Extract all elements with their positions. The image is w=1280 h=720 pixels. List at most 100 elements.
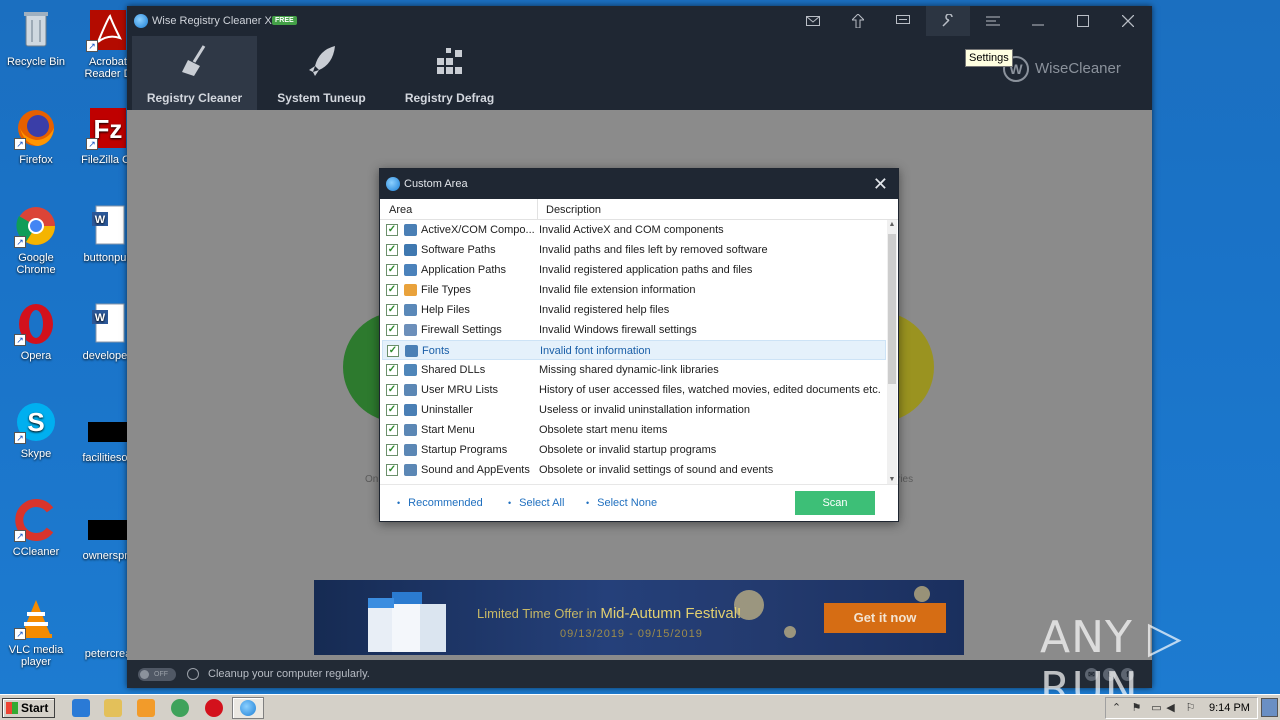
- word-doc-icon: W: [86, 302, 130, 346]
- area-type-icon: [404, 264, 417, 276]
- area-row[interactable]: ✓ User MRU Lists History of user accessed …: [382, 380, 886, 400]
- svg-text:S: S: [27, 407, 44, 437]
- area-checkbox[interactable]: ✓: [386, 444, 398, 456]
- area-checkbox[interactable]: ✓: [386, 284, 398, 296]
- ie-icon[interactable]: [72, 699, 90, 717]
- lantern-decoration: [784, 626, 796, 638]
- select-all-link[interactable]: Select All: [508, 497, 564, 509]
- select-none-link[interactable]: Select None: [586, 497, 657, 509]
- close-icon[interactable]: [1106, 6, 1150, 36]
- auto-clean-toggle[interactable]: OFF: [138, 668, 176, 681]
- column-divider[interactable]: [537, 199, 538, 219]
- media-player-icon[interactable]: [137, 699, 155, 717]
- area-checkbox[interactable]: ✓: [386, 404, 398, 416]
- wise-registry-taskbar-button[interactable]: [232, 697, 264, 719]
- area-row[interactable]: ✓ Software Paths Invalid paths and files l…: [382, 240, 886, 260]
- desktop-icon-opera[interactable]: ↗ Opera: [0, 302, 72, 362]
- tab-registry-cleaner[interactable]: Registry Cleaner: [132, 36, 257, 110]
- area-checkbox[interactable]: ✓: [386, 384, 398, 396]
- area-row[interactable]: ✓ File Types Invalid file extension inform…: [382, 280, 886, 300]
- area-row[interactable]: ✓ Startup Programs Obsolete or invalid sta…: [382, 440, 886, 460]
- free-badge: FREE: [272, 16, 297, 25]
- area-type-icon: [404, 224, 417, 236]
- desktop-icon-chrome[interactable]: ↗ Google Chrome: [0, 204, 72, 276]
- tab-system-tuneup[interactable]: System Tuneup: [259, 36, 384, 110]
- area-name: User MRU Lists: [421, 384, 499, 396]
- area-description: Invalid paths and files left by removed …: [539, 244, 768, 256]
- network-icon[interactable]: ▭: [1150, 702, 1163, 715]
- acrobat-icon: ↗: [86, 8, 130, 52]
- dialog-footer: Recommended Select All Select None Scan: [380, 484, 898, 521]
- area-checkbox[interactable]: ✓: [386, 324, 398, 336]
- opera-taskbar-icon[interactable]: [205, 699, 223, 717]
- scan-button[interactable]: Scan: [795, 491, 875, 515]
- area-type-icon: [404, 244, 417, 256]
- tray-expand-icon[interactable]: ⌃: [1110, 702, 1123, 715]
- area-type-icon: [404, 324, 417, 336]
- status-bar: OFF Cleanup your computer regularly. ✉ t…: [127, 660, 1152, 688]
- toggle-knob: [140, 670, 149, 679]
- minimize-icon[interactable]: [1016, 6, 1060, 36]
- area-checkbox[interactable]: ✓: [386, 244, 398, 256]
- area-checkbox[interactable]: ✓: [386, 264, 398, 276]
- settings-wrench-icon[interactable]: [926, 6, 970, 36]
- get-it-now-button[interactable]: Get it now: [824, 603, 946, 633]
- area-row[interactable]: ✓ Application Paths Invalid registered app…: [382, 260, 886, 280]
- show-desktop-button[interactable]: [1261, 698, 1278, 717]
- promo-banner[interactable]: Limited Time Offer in Mid-Autumn Festiva…: [314, 580, 964, 655]
- area-row[interactable]: ✓ Uninstaller Useless or invalid uninstall…: [382, 400, 886, 420]
- chrome-taskbar-icon[interactable]: [171, 699, 189, 717]
- list-scrollbar[interactable]: ▲ ▼: [887, 220, 897, 484]
- area-checkbox[interactable]: ✓: [386, 464, 398, 476]
- area-row[interactable]: ✓ Fonts Invalid font information: [382, 340, 886, 360]
- clock[interactable]: 9:14 PM: [1209, 702, 1250, 714]
- area-checkbox[interactable]: ✓: [387, 345, 399, 357]
- area-row[interactable]: ✓ Help Files Invalid registered help files: [382, 300, 886, 320]
- area-row[interactable]: ✓ Start Menu Obsolete start menu items: [382, 420, 886, 440]
- menu-icon[interactable]: [971, 6, 1015, 36]
- system-tray: ⌃ ⚑ ▭ ◀ ⚐ 9:14 PM: [1105, 697, 1258, 719]
- scroll-down-icon[interactable]: ▼: [888, 476, 896, 483]
- scroll-up-icon[interactable]: ▲: [888, 221, 896, 228]
- area-checkbox[interactable]: ✓: [386, 224, 398, 236]
- recommended-link[interactable]: Recommended: [397, 497, 483, 509]
- column-header-area[interactable]: Area: [389, 204, 412, 216]
- area-checkbox[interactable]: ✓: [386, 364, 398, 376]
- vlc-icon: ↗: [14, 596, 58, 640]
- area-checkbox[interactable]: ✓: [386, 304, 398, 316]
- area-description: Invalid font information: [540, 345, 651, 357]
- dialog-title-bar: Custom Area ✕: [380, 169, 898, 199]
- area-checkbox[interactable]: ✓: [386, 424, 398, 436]
- title-bar: Wise Registry Cleaner X FREE: [127, 6, 1152, 36]
- word-doc-icon: W: [86, 204, 130, 248]
- area-type-icon: [404, 284, 417, 296]
- mail-icon[interactable]: [791, 6, 835, 36]
- product-boxes-image: [362, 584, 452, 654]
- desktop-icon-recycle-bin[interactable]: Recycle Bin: [0, 8, 72, 68]
- action-center-icon[interactable]: ⚑: [1130, 702, 1143, 715]
- area-row[interactable]: ✓ Firewall Settings Invalid Windows firewa…: [382, 320, 886, 340]
- flag-icon[interactable]: ⚐: [1184, 702, 1197, 715]
- volume-icon[interactable]: ◀: [1164, 702, 1177, 715]
- desktop-icon-ccleaner[interactable]: ↗ CCleaner: [0, 498, 72, 558]
- area-description: Invalid ActiveX and COM components: [539, 224, 724, 236]
- column-header-description[interactable]: Description: [546, 204, 601, 216]
- desktop-icon-vlc[interactable]: ↗ VLC media player: [0, 596, 72, 668]
- area-description: Obsolete or invalid settings of sound an…: [539, 464, 774, 476]
- dialog-close-icon[interactable]: ✕: [873, 174, 888, 194]
- table-header: Area Description: [380, 199, 898, 220]
- desktop-icon-skype[interactable]: S ↗ Skype: [0, 400, 72, 460]
- tab-registry-defrag[interactable]: Registry Defrag: [387, 36, 512, 110]
- chrome-icon: ↗: [14, 204, 58, 248]
- area-row[interactable]: ✓ Sound and AppEvents Obsolete or invalid …: [382, 460, 886, 480]
- start-button[interactable]: Start: [2, 698, 55, 718]
- maximize-icon[interactable]: [1061, 6, 1105, 36]
- area-name: Help Files: [421, 304, 470, 316]
- upgrade-icon[interactable]: [836, 6, 880, 36]
- scroll-thumb[interactable]: [888, 234, 896, 384]
- area-row[interactable]: ✓ ActiveX/COM Compo... Invalid ActiveX and…: [382, 220, 886, 240]
- explorer-folder-icon[interactable]: [104, 699, 122, 717]
- feedback-icon[interactable]: [881, 6, 925, 36]
- desktop-icon-firefox[interactable]: ↗ Firefox: [0, 106, 72, 166]
- area-row[interactable]: ✓ Shared DLLs Missing shared dynamic-link …: [382, 360, 886, 380]
